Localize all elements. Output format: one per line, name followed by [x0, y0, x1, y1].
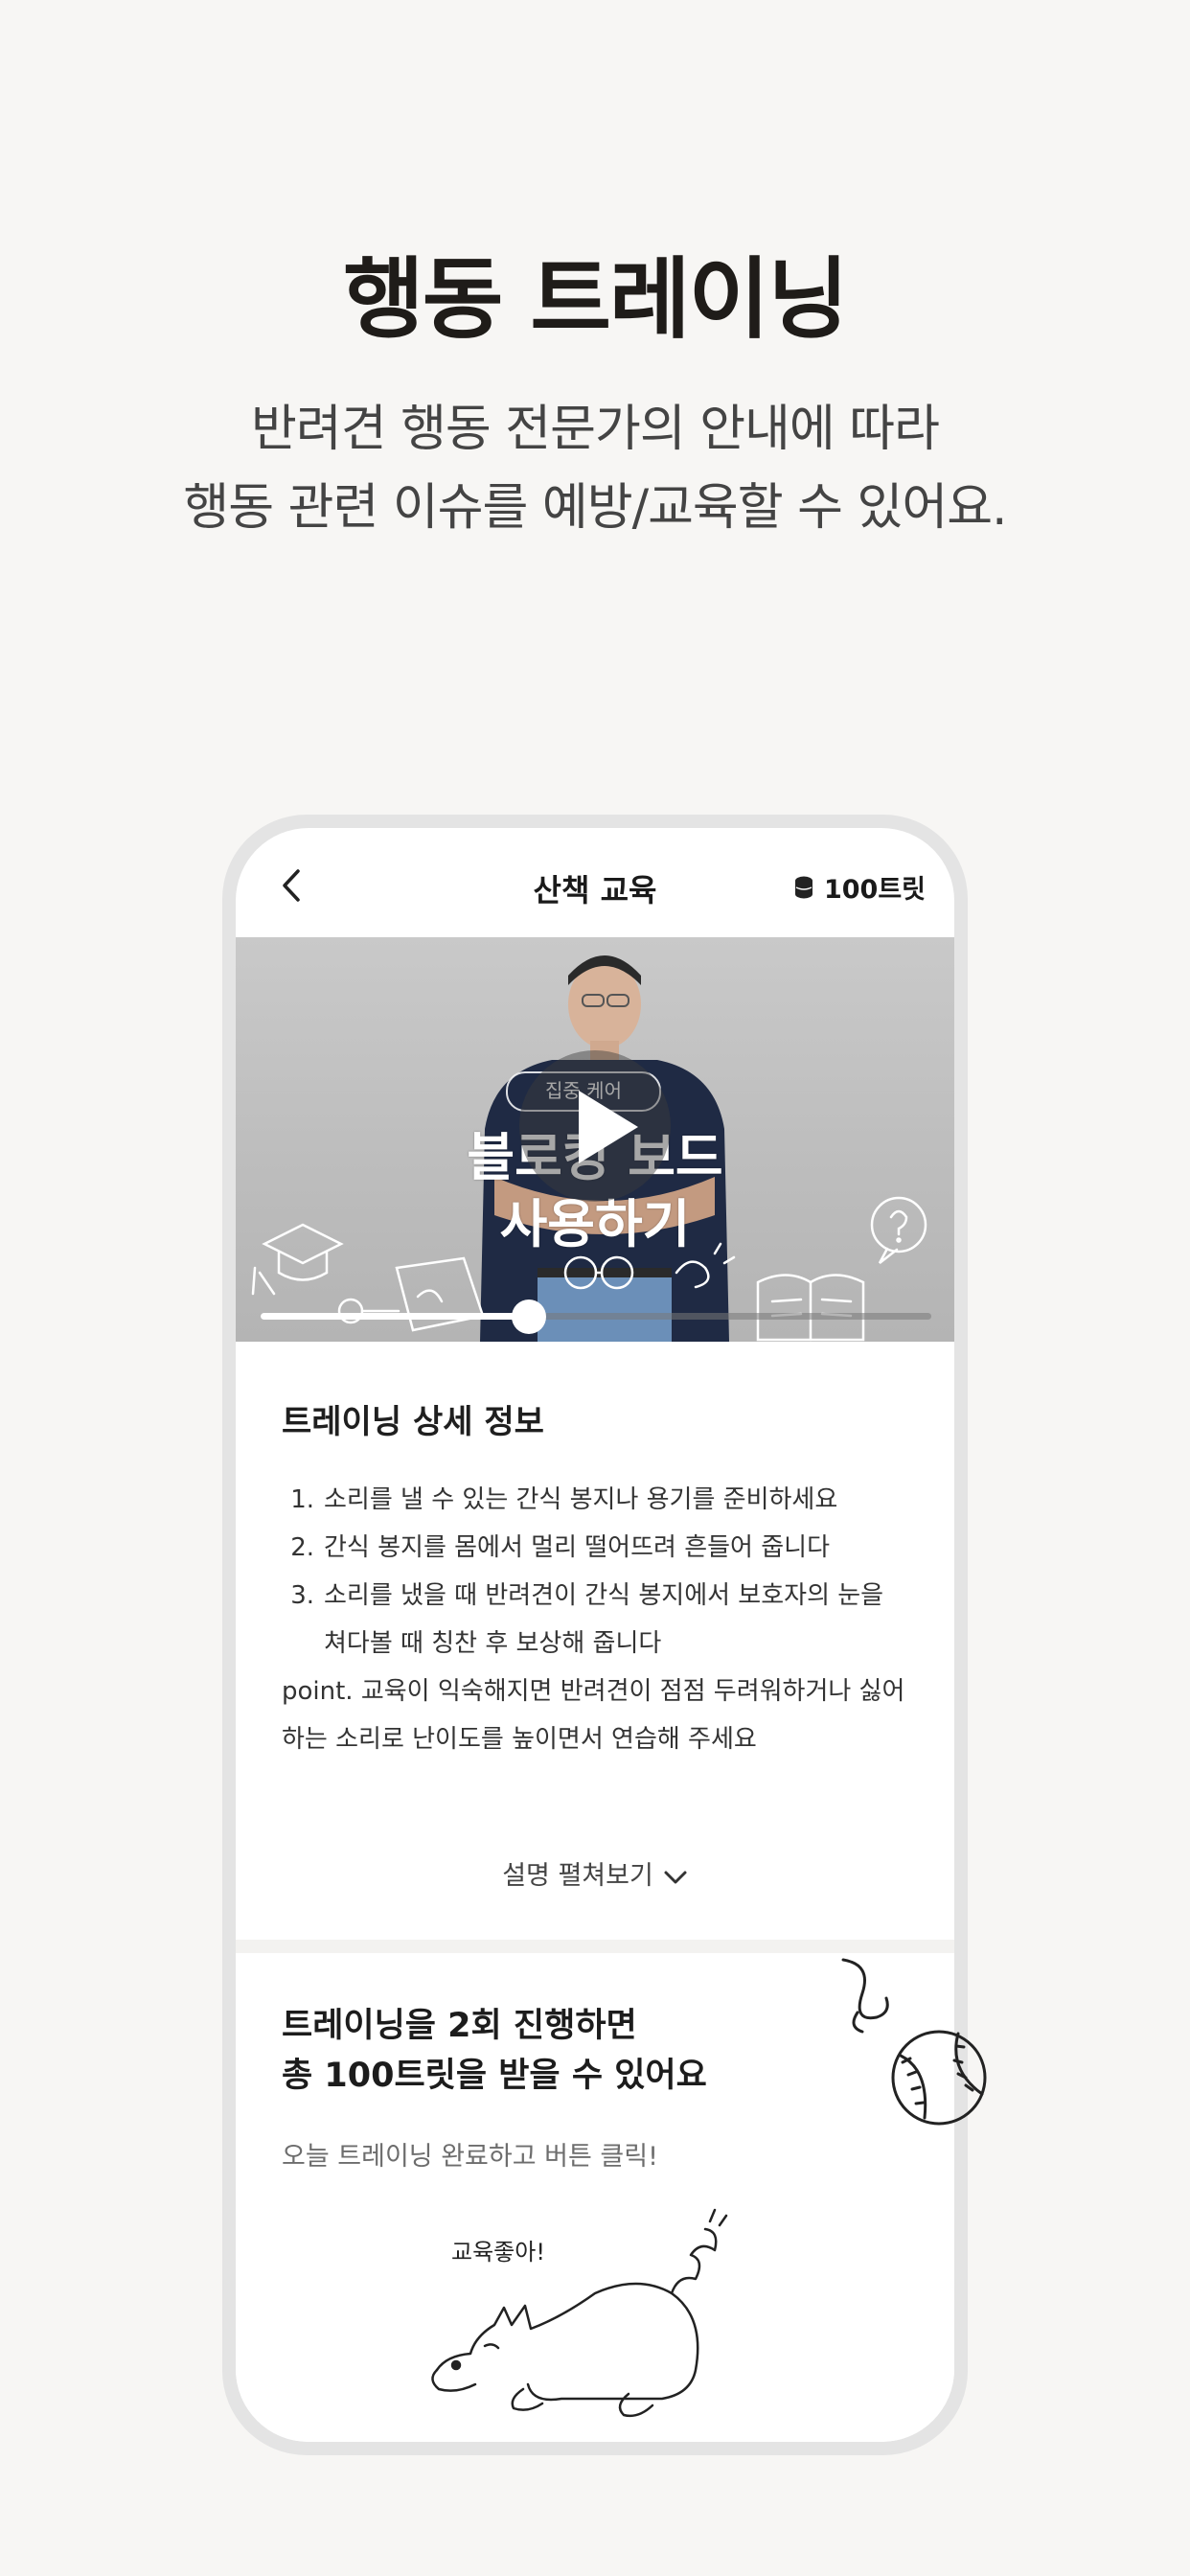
- reward-subtitle: 오늘 트레이닝 완료하고 버튼 클릭!: [282, 2142, 658, 2172]
- chevron-down-icon: [663, 1862, 688, 1892]
- navigation-bar: 산책 교육 100트릿: [236, 828, 954, 937]
- expand-label: 설명 펼쳐보기: [502, 1861, 653, 1891]
- detail-title: 트레이닝 상세 정보: [282, 1403, 544, 1441]
- training-steps-list: 1. 소리를 낼 수 있는 간식 봉지나 용기를 준비하세요 2. 간식 봉지를…: [282, 1476, 914, 1763]
- page-title: 행동 트레이닝: [343, 248, 849, 351]
- training-detail-section: 트레이닝 상세 정보 1. 소리를 낼 수 있는 간식 봉지나 용기를 준비하세…: [236, 1342, 954, 1942]
- page-subtitle-line1: 반려견 행동 전문가의 안내에 따라: [251, 401, 940, 458]
- expand-description-button[interactable]: 설명 펼쳐보기: [236, 1854, 954, 1892]
- step-number: 2.: [290, 1533, 314, 1562]
- video-progress-bar[interactable]: [261, 1300, 931, 1334]
- phone-mockup: 산책 교육 100트릿 집중 케어 블로킹 보드 사용하기 트레이닝 상세 정보…: [222, 815, 968, 2455]
- coin-stack-icon: [794, 876, 812, 898]
- play-icon: [579, 1091, 638, 1163]
- tennis-ball-illustration: [841, 1958, 987, 2126]
- training-video-player[interactable]: 집중 케어 블로킹 보드 사용하기: [236, 937, 954, 1342]
- dog-illustration: 교육좋아!: [431, 2208, 728, 2418]
- points-balance[interactable]: 100트릿: [793, 868, 926, 906]
- reward-title-line1: 트레이닝을 2회 진행하면: [282, 2007, 637, 2045]
- page-subtitle-line2: 행동 관련 이슈를 예방/교육할 수 있어요.: [183, 479, 1007, 537]
- reward-title: 트레이닝을 2회 진행하면 총 100트릿을 받을 수 있어요: [282, 2001, 707, 2101]
- illustration-text: 교육좋아!: [451, 2239, 545, 2266]
- points-label: 100트릿: [823, 875, 926, 905]
- list-item: 2. 간식 봉지를 몸에서 멀리 떨어뜨려 흔들어 줍니다: [282, 1524, 914, 1572]
- video-progress-handle[interactable]: [512, 1300, 546, 1334]
- reward-title-line2: 총 100트릿을 받을 수 있어요: [282, 2057, 707, 2095]
- list-item: 3. 소리를 냈을 때 반려견이 간식 봉지에서 보호자의 눈을 쳐다볼 때 칭…: [282, 1572, 914, 1668]
- step-text: 간식 봉지를 몸에서 멀리 떨어뜨려 흔들어 줍니다: [324, 1533, 830, 1562]
- step-text: 소리를 냈을 때 반려견이 간식 봉지에서 보호자의 눈을 쳐다볼 때 칭찬 후…: [324, 1581, 884, 1658]
- training-point-note: point. 교육이 익숙해지면 반려견이 점점 두려워하거나 싫어하는 소리로…: [282, 1677, 905, 1754]
- step-number: 1.: [290, 1485, 314, 1514]
- section-divider: [236, 1940, 954, 1953]
- step-text: 소리를 낼 수 있는 간식 봉지나 용기를 준비하세요: [324, 1485, 838, 1514]
- video-progress-fill: [261, 1313, 529, 1320]
- step-number: 3.: [290, 1581, 314, 1610]
- list-item: 1. 소리를 낼 수 있는 간식 봉지나 용기를 준비하세요: [282, 1476, 914, 1524]
- app-screen: 산책 교육 100트릿 집중 케어 블로킹 보드 사용하기 트레이닝 상세 정보…: [236, 828, 954, 2442]
